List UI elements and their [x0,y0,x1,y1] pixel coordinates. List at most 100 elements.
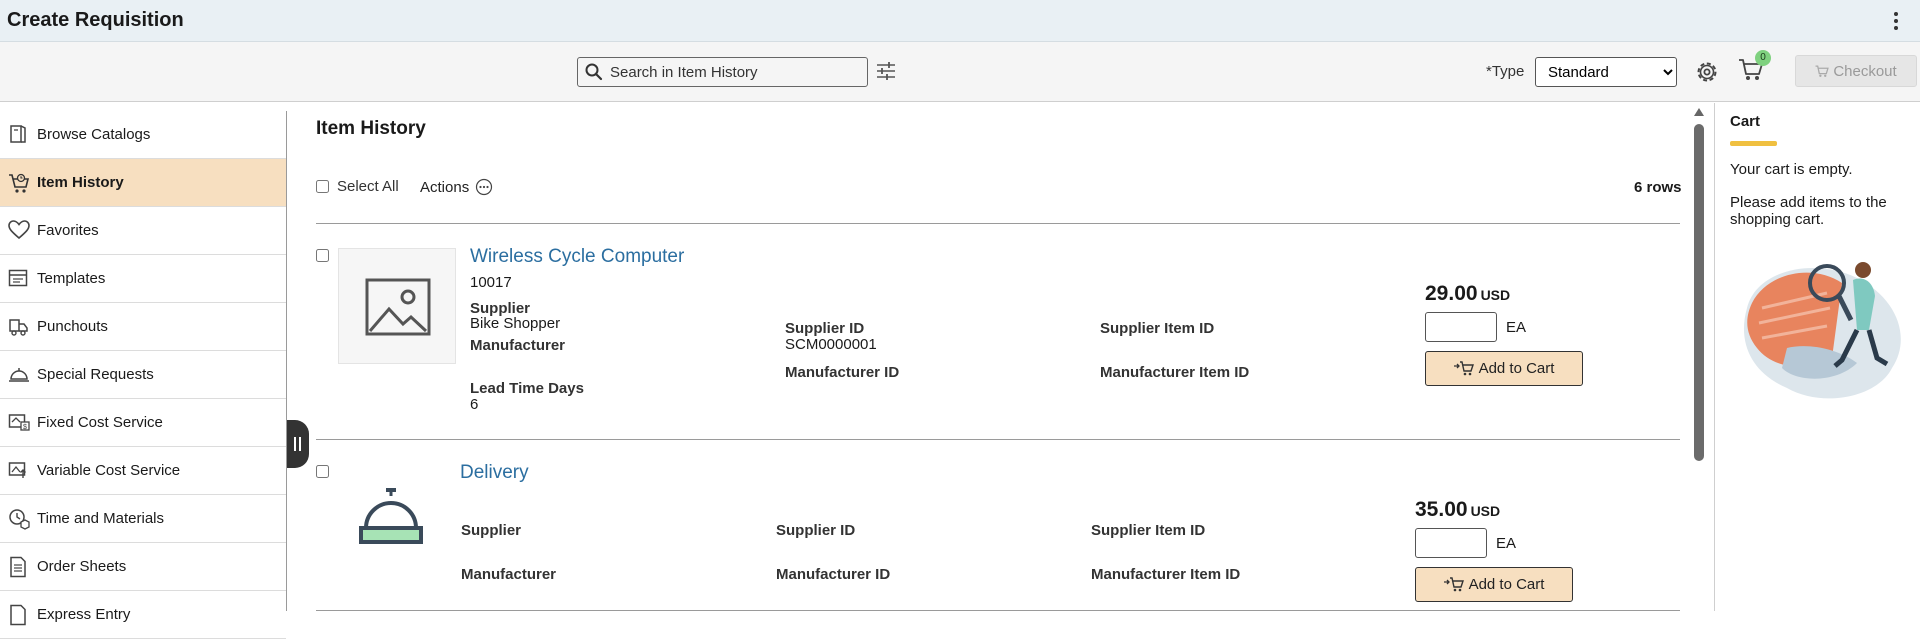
sidebar-item-order-sheets[interactable]: Order Sheets [0,543,286,591]
item-row: Wireless Cycle Computer 10017 Supplier B… [288,224,1698,440]
manufacturer-label: Manufacturer [461,566,557,583]
service-bell-icon [359,488,423,544]
item-row: Delivery Supplier Manufacturer Supplier … [288,440,1698,611]
sidebar-item-label: Item History [37,174,124,191]
variable-cost-icon [8,462,26,478]
manufacturer-id-label: Manufacturer ID [785,364,900,381]
item-code: 10017 [470,274,512,291]
select-all[interactable]: Select All [316,178,399,195]
manufacturer-item-id-label: Manufacturer Item ID [1100,364,1250,381]
section-title: Item History [316,118,426,139]
sidebar-item-label: Order Sheets [37,558,127,575]
title-bar: Create Requisition [0,0,1920,42]
price-amount: 29.00 [1425,282,1478,305]
sidebar-item-templates[interactable]: Templates [0,255,286,303]
type-select[interactable]: Standard [1535,57,1677,87]
cart-panel: Cart Your cart is empty. Please add item… [1714,103,1920,611]
sidebar-item-label: Special Requests [37,366,154,383]
cart-add-message: Please add items to the shopping cart. [1730,194,1887,228]
item-price: 29.00 USD [1425,282,1510,306]
row-count: 6 rows [1634,179,1682,196]
unit-of-measure: EA [1506,319,1527,336]
cart-title: Cart [1730,113,1761,130]
price-currency: USD [1470,503,1501,519]
sidebar-item-label: Browse Catalogs [37,126,151,143]
add-to-cart-label: Add to Cart [1468,576,1545,593]
item-checkbox[interactable] [316,249,329,262]
search-icon [585,63,603,81]
add-to-cart-icon [1453,361,1474,376]
document-icon [10,556,26,578]
main-content: Item History Select All Actions 6 rows W… [288,103,1698,611]
unit-of-measure: EA [1496,535,1517,552]
svg-text:$: $ [23,424,27,431]
more-horizontal-icon [476,178,493,196]
cart-title-underline [1730,141,1777,146]
book-open-icon [10,125,26,143]
supplier-value: Bike Shopper [470,315,561,332]
type-label: *Type [1486,63,1525,80]
sidebar-item-variable-cost-service[interactable]: Variable Cost Service [0,447,286,495]
sidebar-item-label: Variable Cost Service [37,462,181,479]
supplier-label: Supplier [461,522,522,539]
actions-label: Actions [420,178,470,196]
gear-icon[interactable] [1695,60,1719,84]
search-input[interactable] [608,61,863,83]
main-scrollbar[interactable] [1692,106,1706,611]
supplier-item-id-label: Supplier Item ID [1100,320,1215,337]
item-price: 35.00 USD [1415,498,1500,522]
sidebar-item-punchouts[interactable]: Punchouts [0,303,286,351]
time-materials-icon [9,509,30,530]
checkout-button[interactable]: Checkout [1795,55,1917,87]
cart-icon [1815,64,1830,77]
heart-icon [8,220,30,240]
item-thumbnail [338,248,456,364]
lead-time-label: Lead Time Days [470,380,584,397]
filter-icon[interactable] [876,62,896,80]
lead-time-value: 6 [470,396,479,413]
item-checkbox[interactable] [316,465,329,478]
quantity-input[interactable] [1425,312,1497,342]
sidebar-item-label: Express Entry [37,606,131,623]
sidebar-item-time-and-materials[interactable]: Time and Materials [0,495,286,543]
scroll-up-arrow[interactable] [1694,108,1704,116]
more-options-icon[interactable] [1892,10,1900,32]
search-box[interactable] [577,57,868,87]
select-all-label: Select All [337,178,399,195]
sidebar-item-express-entry[interactable]: Express Entry [0,591,286,639]
actions-menu[interactable]: Actions [420,178,493,196]
item-name-link[interactable]: Wireless Cycle Computer [470,246,684,268]
sidebar-item-label: Time and Materials [37,510,164,527]
add-to-cart-button[interactable]: Add to Cart [1415,567,1573,602]
sidebar-item-label: Templates [37,270,106,287]
add-to-cart-button[interactable]: Add to Cart [1425,351,1583,386]
sidebar-item-special-requests[interactable]: Special Requests [0,351,286,399]
supplier-item-id-label: Supplier Item ID [1091,522,1206,539]
sidebar-item-favorites[interactable]: Favorites [0,207,286,255]
manufacturer-item-id-label: Manufacturer Item ID [1091,566,1241,583]
sidebar-item-label: Punchouts [37,318,108,335]
supplier-id-value: SCM0000001 [785,336,877,353]
sidebar-item-browse-catalogs[interactable]: Browse Catalogs [0,111,286,159]
supplier-id-label: Supplier ID [776,522,856,539]
scrollbar-thumb[interactable] [1694,124,1704,461]
sidebar-item-fixed-cost-service[interactable]: $ Fixed Cost Service [0,399,286,447]
add-to-cart-label: Add to Cart [1478,360,1555,377]
item-name-link[interactable]: Delivery [460,462,529,484]
price-amount: 35.00 [1415,498,1468,521]
shopper-illustration [1743,262,1901,399]
express-entry-icon [10,604,26,626]
image-placeholder-icon [365,278,431,336]
sidebar-item-item-history[interactable]: Item History [0,159,286,207]
sidebar-item-label: Favorites [37,222,99,239]
sidebar: Browse Catalogs Item History Favorites T… [0,111,287,639]
page-title: Create Requisition [7,9,184,31]
cart-empty-message: Your cart is empty. [1730,161,1853,178]
template-icon [8,269,28,287]
service-bell-icon [9,368,29,382]
cart-count-badge: 0 [1755,50,1771,66]
select-all-checkbox[interactable] [316,180,329,193]
checkout-label: Checkout [1833,62,1897,80]
truck-icon [9,319,28,336]
quantity-input[interactable] [1415,528,1487,558]
